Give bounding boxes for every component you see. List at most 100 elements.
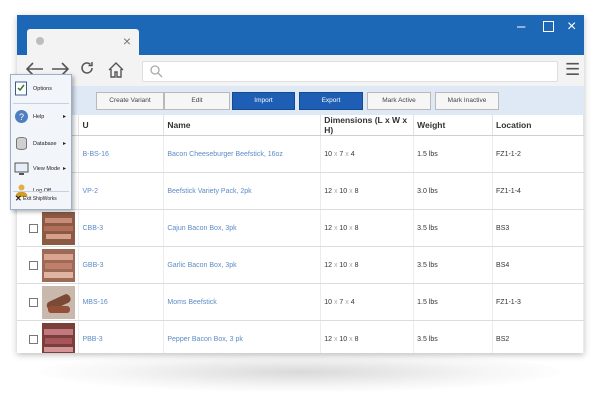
dim-width: 7 bbox=[339, 150, 344, 158]
product-thumbnail bbox=[42, 285, 75, 319]
dimensions-cell: 12 x 10 x 8 bbox=[320, 246, 415, 284]
row-checkbox[interactable] bbox=[29, 260, 38, 270]
dimensions-cell: 12 x 10 x 8 bbox=[320, 320, 415, 353]
row-checkbox[interactable] bbox=[29, 223, 38, 233]
weight-cell: 3.5 lbs bbox=[413, 209, 494, 247]
menu-item-database[interactable]: Database ▸ bbox=[11, 132, 71, 156]
tab-close-button[interactable]: × bbox=[123, 33, 131, 49]
tab-favicon-icon bbox=[36, 37, 44, 45]
product-name-link[interactable]: Garlic Bacon Box, 3pk bbox=[163, 246, 322, 284]
menu-item-help[interactable]: ? Help ▸ bbox=[11, 105, 71, 129]
browser-menu-icon[interactable]: ☰ bbox=[565, 61, 580, 79]
monitor-icon bbox=[14, 162, 29, 175]
database-icon bbox=[16, 137, 27, 151]
window-floor-shadow bbox=[40, 352, 560, 392]
menu-item-exit[interactable]: ✕ Exit ShipWorks bbox=[11, 192, 71, 206]
product-name-link[interactable]: Moms Beefstick bbox=[163, 283, 322, 321]
column-header[interactable]: U bbox=[78, 115, 165, 136]
menu-item-label: View Mode bbox=[33, 166, 61, 172]
submenu-arrow-icon: ▸ bbox=[63, 141, 67, 147]
sku-link[interactable]: B-BS-16 bbox=[78, 135, 165, 173]
sku-link[interactable]: CBB-3 bbox=[78, 209, 165, 247]
dim-length: 10 bbox=[324, 150, 332, 158]
sku-link[interactable]: GBB-3 bbox=[78, 246, 165, 284]
table-row[interactable]: B-BS-16 Bacon Cheeseburger Beefstick, 16… bbox=[17, 135, 584, 173]
product-thumbnail bbox=[42, 248, 75, 282]
close-window-button[interactable]: × bbox=[567, 19, 576, 35]
column-header[interactable]: Location bbox=[492, 115, 584, 136]
dim-separator: x bbox=[333, 150, 338, 158]
dim-separator: x bbox=[349, 335, 353, 343]
mark-inactive-button[interactable]: Mark Inactive bbox=[435, 92, 499, 110]
location-cell: BS3 bbox=[492, 209, 584, 247]
sku-link[interactable]: MBS-16 bbox=[78, 283, 165, 321]
product-thumbnail bbox=[42, 211, 75, 245]
row-checkbox[interactable] bbox=[29, 297, 38, 307]
menu-item-options[interactable]: Options bbox=[11, 77, 71, 101]
dim-height: 8 bbox=[354, 187, 359, 195]
table-row[interactable]: MBS-16 Moms Beefstick 10 x 7 x 4 1.5 lbs… bbox=[17, 283, 584, 321]
maximize-button[interactable] bbox=[543, 21, 554, 32]
close-icon: ✕ bbox=[15, 194, 22, 203]
product-name-link[interactable]: Cajun Bacon Box, 3pk bbox=[163, 209, 322, 247]
home-button[interactable] bbox=[107, 61, 125, 79]
menu-item-label: Exit ShipWorks bbox=[23, 196, 57, 202]
app-content: Create Variant Edit Import Export Mark A… bbox=[17, 86, 584, 353]
address-bar[interactable] bbox=[142, 61, 558, 82]
table-row[interactable]: CBB-3 Cajun Bacon Box, 3pk 12 x 10 x 8 3… bbox=[17, 209, 584, 247]
search-icon bbox=[150, 65, 163, 78]
dim-separator: x bbox=[333, 335, 338, 343]
sku-link[interactable]: VP-2 bbox=[78, 172, 165, 210]
dim-length: 12 bbox=[324, 261, 332, 269]
dim-separator: x bbox=[349, 261, 353, 269]
product-thumbnail bbox=[42, 322, 75, 353]
table-row[interactable]: GBB-3 Garlic Bacon Box, 3pk 12 x 10 x 8 … bbox=[17, 246, 584, 284]
mark-active-button[interactable]: Mark Active bbox=[367, 92, 431, 110]
table-header-row: U Name Dimensions (L x W x H) Weight Loc… bbox=[17, 115, 584, 136]
product-name-link[interactable]: Pepper Bacon Box, 3 pk bbox=[163, 320, 322, 353]
dimensions-cell: 10 x 7 x 4 bbox=[320, 135, 415, 173]
dimensions-cell: 12 x 10 x 8 bbox=[320, 172, 415, 210]
dim-separator: x bbox=[333, 298, 338, 306]
row-select-cell bbox=[17, 283, 80, 321]
table-row[interactable]: PBB-3 Pepper Bacon Box, 3 pk 12 x 10 x 8… bbox=[17, 320, 584, 353]
dim-length: 12 bbox=[324, 187, 332, 195]
column-header[interactable]: Name bbox=[163, 115, 322, 136]
export-button[interactable]: Export bbox=[299, 92, 363, 110]
menu-separator bbox=[13, 103, 69, 104]
edit-button[interactable]: Edit bbox=[164, 92, 230, 110]
dim-height: 8 bbox=[354, 261, 359, 269]
dim-height: 4 bbox=[350, 150, 355, 158]
column-header[interactable]: Weight bbox=[413, 115, 494, 136]
menu-item-view-mode[interactable]: View Mode ▸ bbox=[11, 157, 71, 181]
dim-width: 10 bbox=[339, 335, 348, 343]
dim-height: 8 bbox=[354, 224, 359, 232]
product-name-link[interactable]: Bacon Cheeseburger Beefstick, 16oz bbox=[163, 135, 322, 173]
dim-separator: x bbox=[345, 298, 349, 306]
table-row[interactable]: VP-2 Beefstick Variety Pack, 2pk 12 x 10… bbox=[17, 172, 584, 210]
browser-window: × – × ☰ Create Variant Edit Import Expor… bbox=[17, 15, 584, 353]
location-cell: FZ1-1-4 bbox=[492, 172, 584, 210]
weight-cell: 3.5 lbs bbox=[413, 246, 494, 284]
dim-length: 10 bbox=[324, 298, 332, 306]
create-variant-button[interactable]: Create Variant bbox=[96, 92, 164, 110]
product-name-link[interactable]: Beefstick Variety Pack, 2pk bbox=[163, 172, 322, 210]
reload-icon bbox=[81, 62, 93, 74]
browser-tab[interactable]: × bbox=[27, 29, 139, 55]
minimize-button[interactable]: – bbox=[517, 19, 525, 34]
reload-button[interactable] bbox=[79, 60, 95, 80]
dim-width: 7 bbox=[339, 298, 344, 306]
location-cell: BS2 bbox=[492, 320, 584, 353]
row-select-cell bbox=[17, 246, 80, 284]
column-header[interactable]: Dimensions (L x W x H) bbox=[320, 115, 415, 136]
dim-width: 10 bbox=[339, 261, 348, 269]
weight-cell: 1.5 lbs bbox=[413, 283, 494, 321]
dim-width: 10 bbox=[339, 187, 348, 195]
home-icon bbox=[108, 62, 124, 78]
product-table: U Name Dimensions (L x W x H) Weight Loc… bbox=[17, 115, 584, 353]
import-button[interactable]: Import bbox=[232, 92, 295, 110]
sku-link[interactable]: PBB-3 bbox=[78, 320, 165, 353]
submenu-arrow-icon: ▸ bbox=[63, 166, 67, 172]
row-checkbox[interactable] bbox=[29, 334, 38, 344]
row-select-cell bbox=[17, 320, 80, 353]
